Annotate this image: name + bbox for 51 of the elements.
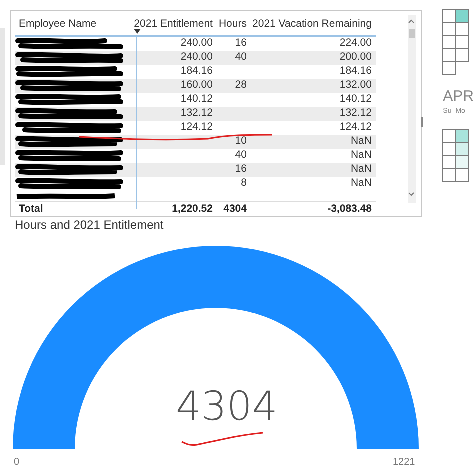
total-label: Total (18, 202, 44, 215)
table-cell: 132.00 (340, 79, 372, 92)
table-cell: NaN (350, 177, 372, 190)
table-cell: 124.12 (180, 121, 213, 134)
table-cell: 224.00 (340, 37, 372, 50)
calendar-day-cell[interactable] (442, 128, 456, 142)
calendar-day-cell[interactable] (455, 142, 470, 156)
table-cell: 240.00 (180, 51, 213, 64)
table-cell: NaN (350, 163, 372, 176)
column-header[interactable]: Hours (218, 18, 247, 30)
table-cell: 16 (235, 37, 247, 50)
table-cell: -3,083.48 (328, 202, 372, 215)
gauge-title: Hours and 2021 Entitlement (15, 218, 164, 232)
table-cell: 132.12 (180, 107, 213, 120)
gauge-min-label: 0 (14, 456, 20, 470)
table-cell: 184.16 (340, 65, 372, 78)
calendar-day-cell[interactable] (455, 168, 470, 182)
gauge-max-label: 1221 (393, 456, 416, 470)
table-cell: 132.12 (340, 107, 372, 120)
table-cell: 160.00 (180, 79, 213, 92)
calendar-day-cell[interactable] (442, 61, 456, 75)
calendar-day-cell[interactable] (455, 48, 470, 62)
table-cell: 200.00 (340, 51, 372, 64)
scrollbar-thumb[interactable] (408, 29, 415, 38)
scroll-down-icon[interactable] (408, 191, 416, 197)
column-header[interactable]: 2021 Vacation Remaining (252, 18, 372, 30)
month-label: APR (443, 89, 474, 105)
table-cell: 40 (235, 51, 247, 64)
table-cell: 1,220.52 (172, 202, 213, 215)
table-cell: 40 (235, 149, 247, 162)
table-cell: 184.16 (180, 65, 213, 78)
table-cell: 240.00 (180, 37, 213, 50)
calendar-day-cell[interactable] (455, 9, 470, 23)
resize-handle[interactable] (421, 117, 424, 127)
scrollbar[interactable] (408, 15, 416, 203)
table-cell: 124.12 (340, 121, 372, 134)
table-cell: 10 (235, 135, 247, 148)
table-cell: 4304 (224, 202, 247, 215)
calendar-day-cell[interactable] (455, 154, 470, 168)
column-header[interactable]: 2021 Entitlement (134, 18, 213, 30)
table-cell: 28 (235, 79, 247, 92)
column-header[interactable]: Employee Name (18, 18, 97, 30)
table-cell: 140.12 (180, 93, 213, 106)
gauge-value: 4304 (176, 385, 278, 429)
table-cell: 140.12 (340, 93, 372, 106)
table-cell: 8 (241, 177, 247, 190)
table-cell: NaN (350, 135, 372, 148)
table-cell: 16 (235, 163, 247, 176)
table-cell: NaN (350, 149, 372, 162)
scroll-up-icon[interactable] (408, 19, 416, 25)
calendar-day-cell[interactable] (455, 128, 470, 142)
